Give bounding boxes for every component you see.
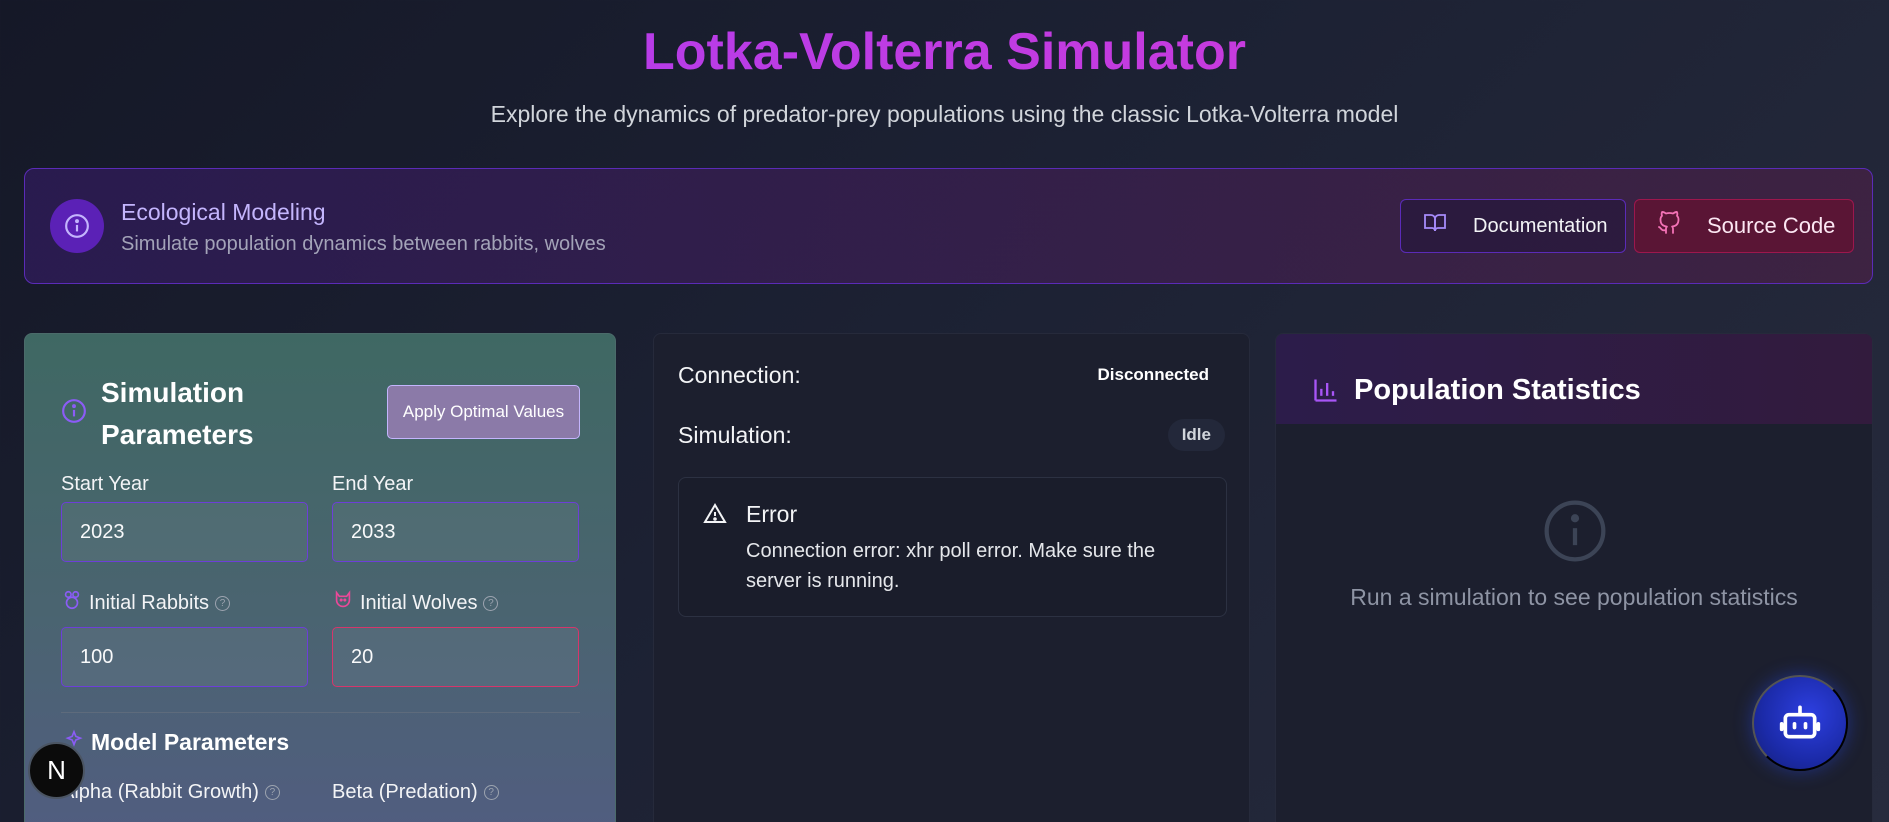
section-divider — [61, 712, 580, 713]
empty-state-message: Run a simulation to see population stati… — [1350, 584, 1798, 610]
initial-wolves-input[interactable]: 20 — [332, 627, 579, 687]
help-icon[interactable]: ? — [483, 785, 499, 800]
alpha-label: Alpha (Rabbit Growth) — [61, 781, 259, 803]
info-icon — [1541, 497, 1609, 570]
nextjs-dev-badge[interactable]: N — [28, 742, 85, 799]
robot-icon — [1778, 700, 1822, 747]
apply-optimal-values-button[interactable]: Apply Optimal Values — [387, 385, 580, 439]
github-icon — [1657, 211, 1681, 241]
page-title: Lotka-Volterra Simulator — [0, 22, 1889, 82]
source-code-label: Source Code — [1707, 213, 1836, 238]
beta-label-row: Beta (Predation) ? — [332, 781, 499, 804]
simulation-parameters-panel: Simulation Parameters Apply Optimal Valu… — [24, 333, 616, 822]
banner-title: Ecological Modeling — [121, 199, 326, 225]
info-icon — [61, 398, 87, 429]
assistant-bot-button[interactable] — [1752, 675, 1848, 771]
info-icon — [50, 199, 104, 253]
help-icon[interactable]: ? — [483, 595, 499, 611]
initial-wolves-label-row: Initial Wolves ? — [332, 589, 499, 617]
simulation-status-badge: Idle — [1167, 419, 1225, 451]
alpha-label-row: Alpha (Rabbit Growth) ? — [61, 781, 280, 804]
rabbit-icon — [61, 589, 83, 617]
documentation-label: Documentation — [1473, 214, 1608, 237]
source-code-button[interactable]: Source Code — [1634, 199, 1854, 253]
connection-label: Connection: — [678, 362, 801, 388]
initial-rabbits-label-row: Initial Rabbits ? — [61, 589, 231, 617]
start-year-input[interactable]: 2023 — [61, 502, 308, 562]
initial-wolves-label: Initial Wolves — [360, 591, 478, 614]
end-year-input[interactable]: 2033 — [332, 502, 579, 562]
model-parameters-title: Model Parameters — [91, 729, 290, 755]
banner-description: Simulate population dynamics between rab… — [121, 233, 606, 255]
page-subtitle: Explore the dynamics of predator-prey po… — [490, 101, 1399, 127]
initial-rabbits-input[interactable]: 100 — [61, 627, 308, 687]
info-banner: Ecological Modeling Simulate population … — [24, 168, 1873, 284]
error-message: Connection error: xhr poll error. Make s… — [746, 540, 1156, 592]
error-alert: Error Connection error: xhr poll error. … — [678, 477, 1227, 617]
end-year-label: End Year — [332, 473, 414, 495]
wolf-icon — [332, 589, 354, 617]
beta-label: Beta (Predation) — [332, 781, 478, 803]
book-icon — [1423, 211, 1447, 241]
error-title: Error — [746, 501, 798, 527]
bar-chart-icon — [1312, 376, 1340, 409]
initial-rabbits-label: Initial Rabbits — [89, 591, 210, 614]
simulation-label: Simulation: — [678, 422, 792, 448]
documentation-button[interactable]: Documentation — [1400, 199, 1626, 253]
status-panel: Connection: Disconnected Simulation: Idl… — [653, 333, 1250, 822]
help-icon[interactable]: ? — [264, 785, 280, 800]
panel-title: Simulation Parameters — [101, 377, 254, 450]
panel-title: Population Statistics — [1354, 374, 1641, 406]
warning-icon — [703, 502, 727, 531]
help-icon[interactable]: ? — [215, 595, 231, 611]
start-year-label: Start Year — [61, 473, 149, 495]
connection-status: Disconnected — [1097, 365, 1209, 384]
